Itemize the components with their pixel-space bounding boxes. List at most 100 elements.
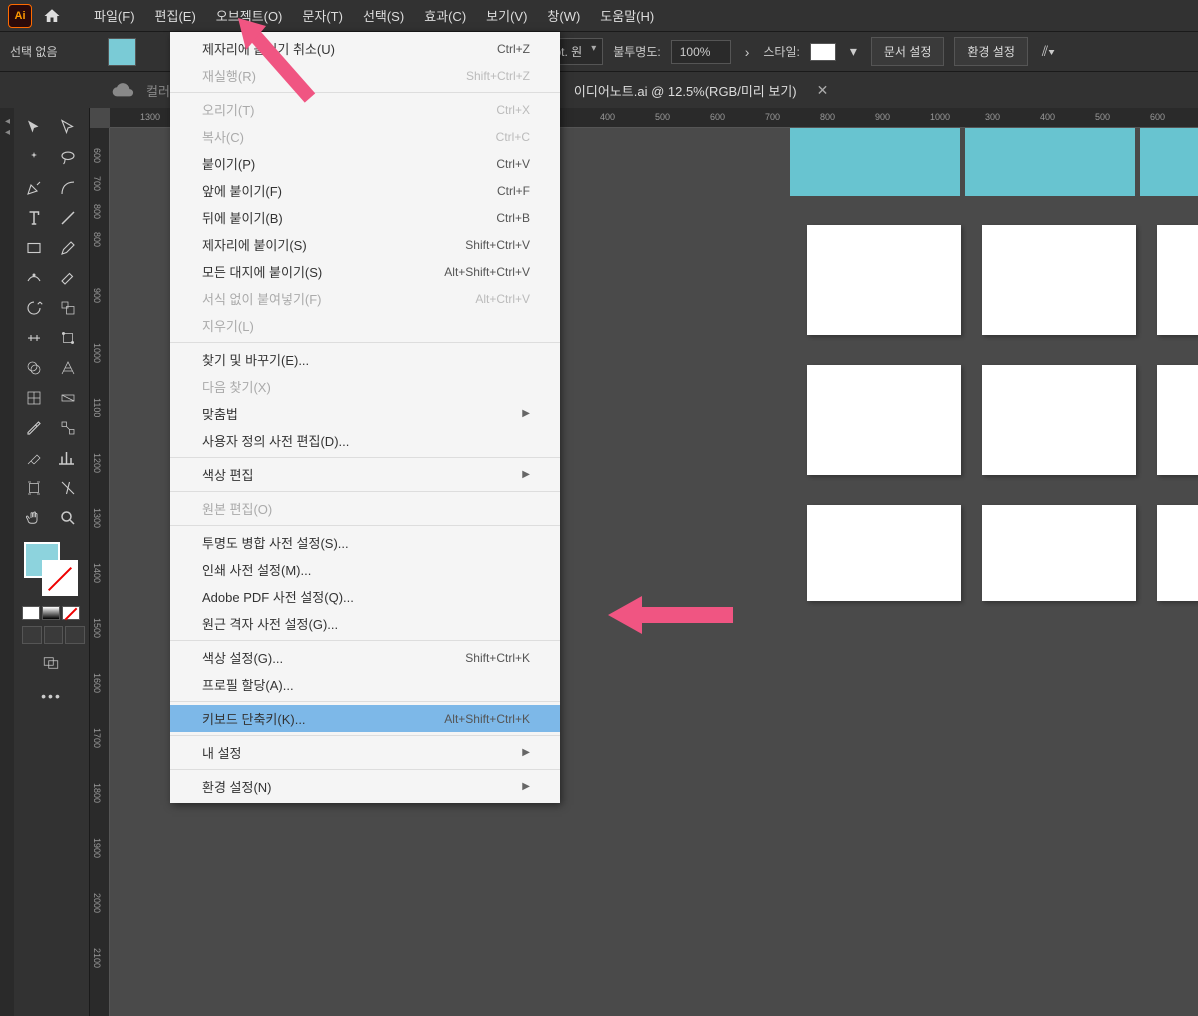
left-collapse-panel[interactable]: ◂◂: [0, 108, 14, 1016]
ruler-tick: 1200: [92, 453, 102, 473]
menu-item[interactable]: 뒤에 붙이기(B)Ctrl+B: [170, 204, 560, 231]
curvature-tool[interactable]: [52, 174, 84, 202]
draw-behind-icon[interactable]: [44, 626, 64, 644]
blend-tool[interactable]: [52, 414, 84, 442]
stroke-swatch[interactable]: [42, 560, 78, 596]
menu-item[interactable]: 투명도 병합 사전 설정(S)...: [170, 529, 560, 556]
menu-item-label: 원본 편집(O): [202, 499, 272, 518]
ruler-tick: 1100: [92, 398, 102, 417]
menu-item[interactable]: 모든 대지에 붙이기(S)Alt+Shift+Ctrl+V: [170, 258, 560, 285]
menu-item-label: 모든 대지에 붙이기(S): [202, 262, 322, 281]
scale-tool[interactable]: [52, 294, 84, 322]
menu-item-label: 붙이기(P): [202, 154, 255, 173]
menu-item[interactable]: Adobe PDF 사전 설정(Q)...: [170, 583, 560, 610]
menu-item[interactable]: 색상 설정(G)...Shift+Ctrl+K: [170, 644, 560, 671]
rectangle-tool[interactable]: [18, 234, 50, 262]
none-mode-icon[interactable]: [62, 606, 80, 620]
ruler-tick: 1900: [92, 838, 102, 858]
menu-item[interactable]: 프로필 할당(A)...: [170, 671, 560, 698]
menu-window[interactable]: 창(W): [537, 0, 590, 31]
magic-wand-tool[interactable]: [18, 144, 50, 172]
line-tool[interactable]: [52, 204, 84, 232]
document-tab[interactable]: 이디어노트.ai @ 12.5%(RGB/미리 보기): [574, 81, 797, 100]
menu-file[interactable]: 파일(F): [84, 0, 145, 31]
lasso-tool[interactable]: [52, 144, 84, 172]
environment-settings-button[interactable]: 환경 설정: [954, 37, 1028, 66]
draw-normal-icon[interactable]: [22, 626, 42, 644]
type-tool[interactable]: [18, 204, 50, 232]
menu-item-label: 내 설정: [202, 743, 242, 762]
opacity-input[interactable]: [671, 40, 731, 64]
perspective-grid-tool[interactable]: [52, 354, 84, 382]
rotate-tool[interactable]: [18, 294, 50, 322]
menu-item-shortcut: Shift+Ctrl+K: [465, 651, 530, 665]
menu-item: 재실행(R)Shift+Ctrl+Z: [170, 62, 560, 89]
menu-select[interactable]: 선택(S): [353, 0, 414, 31]
menu-edit[interactable]: 편집(E): [145, 0, 206, 31]
menu-help[interactable]: 도움말(H): [590, 0, 664, 31]
edit-toolbar-icon[interactable]: •••: [18, 688, 85, 704]
ruler-tick: 600: [710, 112, 725, 122]
mesh-tool[interactable]: [18, 384, 50, 412]
shape-builder-tool[interactable]: [18, 354, 50, 382]
eraser-tool[interactable]: [52, 264, 84, 292]
fill-stroke-swatches[interactable]: [24, 542, 84, 602]
menu-item[interactable]: 키보드 단축키(K)...Alt+Shift+Ctrl+K: [170, 705, 560, 732]
menu-item[interactable]: 찾기 및 바꾸기(E)...: [170, 346, 560, 373]
artboard-tool[interactable]: [18, 474, 50, 502]
close-tab-icon[interactable]: ✕: [817, 82, 829, 99]
menu-item: 다음 찾기(X): [170, 373, 560, 400]
menu-item-shortcut: Ctrl+C: [496, 130, 530, 144]
menu-item[interactable]: 앞에 붙이기(F)Ctrl+F: [170, 177, 560, 204]
menu-item[interactable]: 제자리에 붙이기 취소(U)Ctrl+Z: [170, 35, 560, 62]
menu-item[interactable]: 내 설정▶: [170, 739, 560, 766]
gradient-tool[interactable]: [52, 384, 84, 412]
draw-inside-icon[interactable]: [65, 626, 85, 644]
paintbrush-tool[interactable]: [52, 234, 84, 262]
symbol-sprayer-tool[interactable]: [18, 444, 50, 472]
fill-color-swatch[interactable]: [108, 38, 136, 66]
menu-item-label: 찾기 및 바꾸기(E)...: [202, 350, 309, 369]
menu-item: 오리기(T)Ctrl+X: [170, 96, 560, 123]
pen-tool[interactable]: [18, 174, 50, 202]
color-mode-icon[interactable]: [22, 606, 40, 620]
eyedropper-tool[interactable]: [18, 414, 50, 442]
menu-item[interactable]: 인쇄 사전 설정(M)...: [170, 556, 560, 583]
menu-view[interactable]: 보기(V): [476, 0, 537, 31]
width-tool[interactable]: [18, 324, 50, 352]
style-dropdown-icon[interactable]: ▾: [846, 39, 861, 64]
free-transform-tool[interactable]: [52, 324, 84, 352]
menu-item: 원본 편집(O): [170, 495, 560, 522]
ruler-tick: 900: [875, 112, 890, 122]
vertical-ruler[interactable]: 6007008008009001000110012001300140015001…: [90, 128, 110, 1016]
column-graph-tool[interactable]: [52, 444, 84, 472]
menu-item[interactable]: 사용자 정의 사전 편집(D)...: [170, 427, 560, 454]
menu-item-label: 제자리에 붙이기(S): [202, 235, 307, 254]
home-icon[interactable]: [40, 4, 64, 28]
opacity-arrow-icon[interactable]: ›: [741, 40, 754, 64]
menu-item-shortcut: Ctrl+B: [496, 211, 530, 225]
direct-selection-tool[interactable]: [52, 114, 84, 142]
menu-item[interactable]: 환경 설정(N)▶: [170, 773, 560, 800]
selection-tool[interactable]: [18, 114, 50, 142]
menu-item[interactable]: 제자리에 붙이기(S)Shift+Ctrl+V: [170, 231, 560, 258]
ruler-tick: 600: [92, 148, 102, 163]
gradient-mode-icon[interactable]: [42, 606, 60, 620]
shaper-tool[interactable]: [18, 264, 50, 292]
style-swatch[interactable]: [810, 43, 836, 61]
menu-item[interactable]: 색상 편집▶: [170, 461, 560, 488]
artboard-7: [807, 505, 961, 601]
menu-item-shortcut: Alt+Shift+Ctrl+K: [444, 712, 530, 726]
color-tab-label[interactable]: 컬러: [146, 81, 170, 100]
menu-item[interactable]: 붙이기(P)Ctrl+V: [170, 150, 560, 177]
menu-effect[interactable]: 효과(C): [414, 0, 476, 31]
slice-tool[interactable]: [52, 474, 84, 502]
menu-item[interactable]: 원근 격자 사전 설정(G)...: [170, 610, 560, 637]
toolbar-menu-icon[interactable]: ⫽▾: [1038, 39, 1059, 64]
menu-item[interactable]: 맞춤법▶: [170, 400, 560, 427]
screen-mode-icon[interactable]: [40, 654, 64, 674]
hand-tool[interactable]: [18, 504, 50, 532]
document-settings-button[interactable]: 문서 설정: [871, 37, 945, 66]
zoom-tool[interactable]: [52, 504, 84, 532]
menu-item-label: 원근 격자 사전 설정(G)...: [202, 614, 338, 633]
